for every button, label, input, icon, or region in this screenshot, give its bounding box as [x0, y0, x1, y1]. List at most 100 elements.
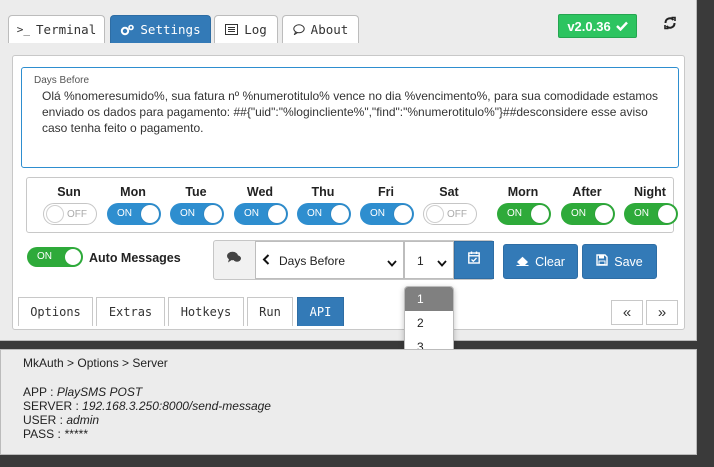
breadcrumb: MkAuth > Options > Server [23, 356, 168, 370]
toggle-state: ON [37, 251, 52, 262]
prev-page-button[interactable]: « [611, 300, 643, 325]
message-type-select[interactable]: Days Before [255, 241, 404, 279]
toggle-knob [204, 205, 222, 223]
eraser-icon [516, 255, 529, 269]
settings-panel: >_ Terminal Settings Log About v2.0.36 D… [0, 0, 697, 341]
user-label: USER : [23, 413, 64, 427]
app-value: PlaySMS POST [56, 385, 143, 399]
days-count-select[interactable]: 1 [404, 241, 454, 279]
chevron-down-icon [437, 256, 447, 270]
toggle-state: ON [507, 208, 522, 219]
comment-icon [292, 24, 305, 35]
tab-log[interactable]: Log [214, 15, 278, 43]
server-line: SERVER : 192.168.3.250:8000/send-message [23, 399, 271, 413]
toggle-knob [531, 205, 549, 223]
subtab-hotkeys[interactable]: Hotkeys [168, 297, 244, 326]
chevron-left-icon [262, 254, 270, 268]
schedule-selector: Days Before 1 [213, 240, 494, 280]
terminal-icon: >_ [16, 23, 31, 36]
days-count-dropdown: 1 2 3 [404, 286, 454, 358]
period-label: Morn [507, 185, 539, 199]
toggle-thu[interactable]: ON [297, 203, 351, 225]
toggle-state: ON [307, 208, 322, 219]
message-textarea[interactable]: Days Before Olá %nomeresumido%, sua fatu… [21, 67, 679, 168]
refresh-icon [663, 16, 677, 35]
toggle-knob [595, 205, 613, 223]
check-icon [615, 19, 628, 34]
clear-label: Clear [535, 254, 565, 269]
toggle-sat[interactable]: OFF [423, 203, 477, 225]
clear-button[interactable]: Clear [503, 244, 578, 279]
calendar-button[interactable] [454, 241, 494, 279]
message-text: Olá %nomeresumido%, sua fatura nº %numer… [42, 89, 659, 135]
day-label: Fri [378, 185, 394, 199]
server-label: SERVER : [23, 399, 79, 413]
refresh-button[interactable] [659, 14, 681, 36]
pass-label: PASS : [23, 427, 61, 441]
pass-line: PASS : ***** [23, 427, 88, 441]
dropdown-option[interactable]: 2 [405, 311, 453, 335]
toggle-state: ON [117, 208, 132, 219]
version-badge: v2.0.36 [558, 14, 637, 38]
day-label: Wed [246, 185, 274, 199]
day-label: Tue [185, 185, 207, 199]
comments-icon [226, 251, 242, 269]
user-value: admin [66, 413, 100, 427]
tab-about[interactable]: About [282, 15, 359, 43]
toggle-fri[interactable]: ON [360, 203, 414, 225]
toggle-knob [394, 205, 412, 223]
toggle-knob [268, 205, 286, 223]
message-label: Days Before [34, 75, 90, 86]
save-button[interactable]: Save [582, 244, 657, 279]
toggle-morn[interactable]: ON [497, 203, 551, 225]
subtab-options[interactable]: Options [18, 297, 93, 326]
list-icon [225, 24, 239, 35]
toggle-state: ON [370, 208, 385, 219]
toggle-knob [141, 205, 159, 223]
toggle-state: ON [244, 208, 259, 219]
subtab-api[interactable]: API [297, 297, 344, 326]
server-info-panel: MkAuth > Options > Server APP : PlaySMS … [0, 349, 697, 455]
floppy-icon [596, 254, 608, 269]
toggle-wed[interactable]: ON [234, 203, 288, 225]
subtab-extras[interactable]: Extras [96, 297, 165, 326]
toggle-sun[interactable]: OFF [43, 203, 97, 225]
tab-label: Log [244, 22, 267, 37]
period-label: After [572, 185, 602, 199]
app-line: APP : PlaySMS POST [23, 385, 142, 399]
dropdown-option[interactable]: 1 [405, 287, 453, 311]
chat-addon [214, 241, 254, 279]
next-page-button[interactable]: » [646, 300, 678, 325]
schedule-days: Sun OFF Mon ON Tue ON Wed ON Thu ON Fri … [26, 177, 678, 233]
period-label: Night [634, 185, 666, 199]
toggle-state: ON [180, 208, 195, 219]
toggle-state: OFF [67, 209, 87, 220]
app-label: APP : [23, 385, 54, 399]
day-label: Sat [439, 185, 459, 199]
toggle-knob [46, 205, 64, 223]
tab-settings[interactable]: Settings [110, 15, 211, 43]
save-label: Save [614, 254, 643, 269]
toggle-night[interactable]: ON [624, 203, 678, 225]
subtab-run[interactable]: Run [247, 297, 293, 326]
cogs-icon [120, 24, 135, 36]
message-type-value: Days Before [279, 254, 346, 268]
toggle-knob [331, 205, 349, 223]
toggle-state: ON [571, 208, 586, 219]
toggle-after[interactable]: ON [561, 203, 615, 225]
tab-label: Settings [140, 22, 201, 37]
auto-messages-label: Auto Messages [89, 251, 181, 265]
tab-label: Terminal [36, 22, 97, 37]
settings-content: Days Before Olá %nomeresumido%, sua fatu… [12, 55, 685, 330]
calendar-check-icon [468, 251, 480, 269]
toggle-state: OFF [447, 209, 467, 220]
toggle-tue[interactable]: ON [170, 203, 224, 225]
toggle-state: ON [634, 208, 649, 219]
auto-messages-toggle[interactable]: ON [27, 247, 83, 267]
tab-terminal[interactable]: >_ Terminal [8, 15, 105, 43]
chevron-down-icon [387, 256, 397, 270]
tab-label: About [310, 22, 349, 37]
day-label: Mon [120, 185, 146, 199]
day-label: Sun [57, 185, 81, 199]
toggle-mon[interactable]: ON [107, 203, 161, 225]
